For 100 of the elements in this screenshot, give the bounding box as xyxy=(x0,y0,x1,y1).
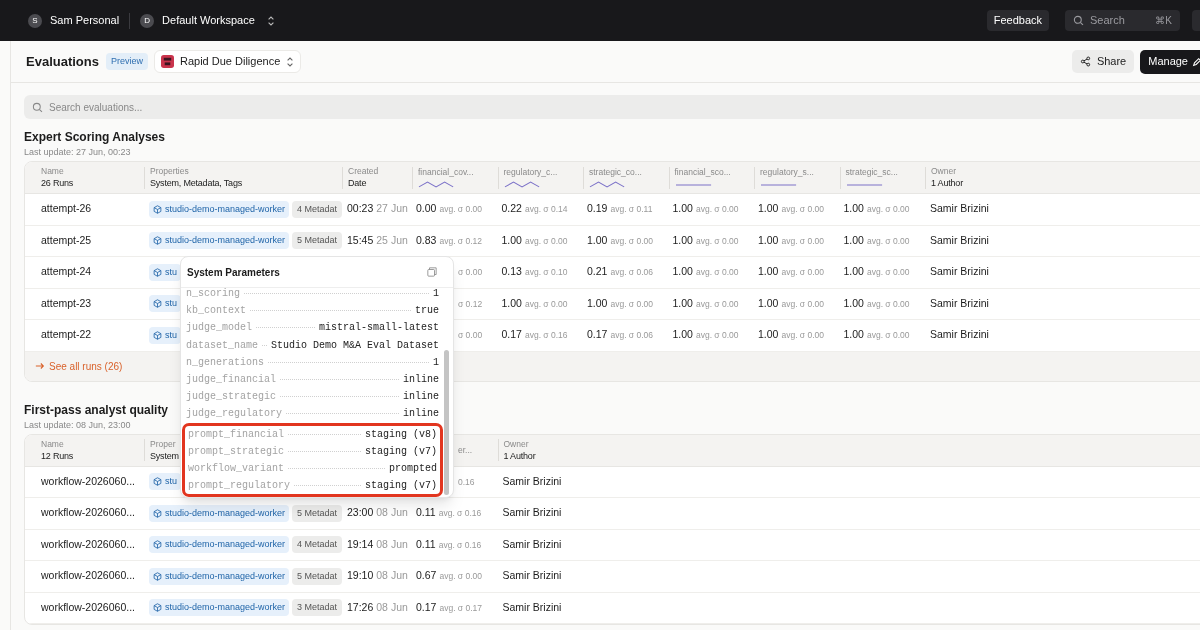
score-value: 1.00 avg. σ 0.00 xyxy=(843,295,910,311)
score-value: 0.17 avg. σ 0.16 xyxy=(501,327,568,343)
workspace-name[interactable]: Default Workspace xyxy=(162,12,255,29)
param-key: workflow_variant xyxy=(188,460,284,476)
param-value: 1 xyxy=(433,355,439,370)
run-name[interactable]: workflow-2026060... xyxy=(41,568,135,585)
run-name[interactable]: attempt-22 xyxy=(41,327,92,344)
score-value: 1.00 avg. σ 0.00 xyxy=(758,201,825,217)
score-value: 1.00 avg. σ 0.00 xyxy=(758,264,825,280)
column-header[interactable]: regulatory_s... xyxy=(760,167,814,178)
run-name[interactable]: attempt-24 xyxy=(41,264,92,281)
param-value: true xyxy=(415,304,439,319)
score-value: 0.00 avg. σ 0.00 xyxy=(416,201,483,217)
worker-tag: stu xyxy=(149,326,181,344)
param-value: 1 xyxy=(433,287,439,302)
param-value: staging (v8) xyxy=(365,427,437,442)
owner-name: Samir Brizini xyxy=(502,473,562,489)
worker-tag: studio-demo-managed-worker xyxy=(149,200,290,218)
score-value: 0.11 avg. σ 0.16 xyxy=(416,505,482,521)
run-name[interactable]: attempt-25 xyxy=(41,232,92,249)
run-name[interactable]: workflow-2026060... xyxy=(41,473,135,490)
column-subheader: 12 Runs xyxy=(41,449,74,462)
run-name[interactable]: attempt-26 xyxy=(41,201,92,218)
param-key: prompt_strategic xyxy=(188,443,284,459)
param-value: inline xyxy=(403,390,439,405)
last-update: Last update: 27 Jun, 00:23 xyxy=(24,146,131,158)
column-header[interactable]: Owner xyxy=(503,438,529,450)
run-name[interactable]: workflow-2026060... xyxy=(41,599,135,616)
score-value: σ 0.00 xyxy=(457,329,483,343)
metadata-tag: 3 Metadat xyxy=(292,599,342,617)
share-button[interactable]: Share xyxy=(1071,50,1135,73)
param-value: prompted xyxy=(389,461,437,476)
param-key: judge_strategic xyxy=(186,389,276,405)
run-name[interactable]: workflow-2026060... xyxy=(41,505,135,522)
worker-tag: stu xyxy=(149,295,181,313)
created-date: 00:23 27 Jun xyxy=(347,201,408,217)
score-value: 0.83 avg. σ 0.12 xyxy=(416,232,483,248)
last-update: Last update: 08 Jun, 23:00 xyxy=(24,418,131,431)
search-field[interactable]: Search ⌘K xyxy=(1065,10,1180,31)
see-all-link[interactable]: See all runs (26) xyxy=(35,358,123,374)
param-key: n_scoring xyxy=(186,286,240,302)
worker-tag: stu xyxy=(149,473,181,491)
param-value: mistral-small-latest xyxy=(318,321,439,336)
score-value: 1.00 avg. σ 0.00 xyxy=(501,232,568,248)
param-key: dataset_name xyxy=(186,337,258,353)
param-value: inline xyxy=(403,373,439,388)
column-header[interactable]: regulatory_c... xyxy=(503,167,558,178)
param-value: Studio Demo M&A Eval Dataset xyxy=(270,338,439,353)
section-title: First-pass analyst quality xyxy=(24,402,169,418)
manage-button[interactable]: Manage xyxy=(1140,49,1200,74)
run-name[interactable]: attempt-23 xyxy=(41,295,92,312)
score-value: 1.00 avg. σ 0.00 xyxy=(672,327,739,343)
popup-title: System Parameters xyxy=(187,265,280,280)
score-value: 0.16 xyxy=(457,475,475,489)
score-value: 1.00 avg. σ 0.00 xyxy=(843,264,910,280)
score-value: 1.00 avg. σ 0.00 xyxy=(672,295,739,311)
param-key: n_generations xyxy=(186,354,264,370)
avatar: D xyxy=(140,13,155,28)
column-header[interactable]: Properties xyxy=(150,166,189,177)
column-header[interactable]: financial_cov... xyxy=(418,167,474,178)
owner-name: Samir Brizini xyxy=(502,536,562,552)
created-date: 15:45 25 Jun xyxy=(347,232,408,248)
score-value: 0.19 avg. σ 0.11 xyxy=(587,201,653,217)
owner-name: Samir Brizini xyxy=(930,232,989,248)
score-value: 1.00 avg. σ 0.00 xyxy=(587,232,654,248)
column-subheader: 26 Runs xyxy=(41,177,74,189)
column-header[interactable]: Name xyxy=(41,166,64,177)
score-value: 1.00 avg. σ 0.00 xyxy=(843,232,910,248)
run-name[interactable]: workflow-2026060... xyxy=(41,536,135,553)
score-value: 0.67 avg. σ 0.00 xyxy=(416,568,483,584)
param-key: judge_model xyxy=(186,320,252,336)
score-value: 0.21 avg. σ 0.06 xyxy=(587,264,654,280)
search-field[interactable]: Search evaluations... xyxy=(24,95,1200,119)
column-header[interactable]: er... xyxy=(458,444,473,456)
column-header[interactable]: financial_sco... xyxy=(674,167,731,178)
account-name[interactable]: Sam Personal xyxy=(50,12,120,29)
param-key: prompt_regulatory xyxy=(188,478,291,494)
column-header[interactable]: Created xyxy=(348,166,379,177)
created-date: 19:10 08 Jun xyxy=(347,568,408,584)
score-value: 0.17 avg. σ 0.06 xyxy=(587,327,654,343)
param-key: kb_context xyxy=(186,303,246,319)
score-value: 0.17 avg. σ 0.17 xyxy=(416,599,483,615)
metadata-tag: 4 Metadat xyxy=(292,200,342,218)
column-header[interactable]: Owner xyxy=(931,166,957,177)
column-header[interactable]: Name xyxy=(41,438,64,450)
project-selector[interactable]: Rapid Due Diligence xyxy=(154,50,302,73)
param-key: judge_financial xyxy=(186,372,276,388)
score-value: 1.00 avg. σ 0.00 xyxy=(672,201,739,217)
metadata-tag: 5 Metadat xyxy=(292,504,342,522)
score-value: 1.00 avg. σ 0.00 xyxy=(843,201,910,217)
owner-name: Samir Brizini xyxy=(502,599,562,615)
metadata-tag: 4 Metadat xyxy=(292,536,342,554)
column-header[interactable]: strategic_sc... xyxy=(845,167,898,178)
created-date: 17:26 08 Jun xyxy=(347,599,408,615)
feedback-button[interactable]: Feedback xyxy=(986,10,1049,31)
score-value: 1.00 avg. σ 0.00 xyxy=(758,295,825,311)
column-header[interactable]: strategic_co... xyxy=(589,167,642,178)
column-subheader: System xyxy=(150,449,179,462)
column-header[interactable]: Proper xyxy=(150,438,176,450)
shortcut-hint: ⌘K xyxy=(1155,14,1172,28)
